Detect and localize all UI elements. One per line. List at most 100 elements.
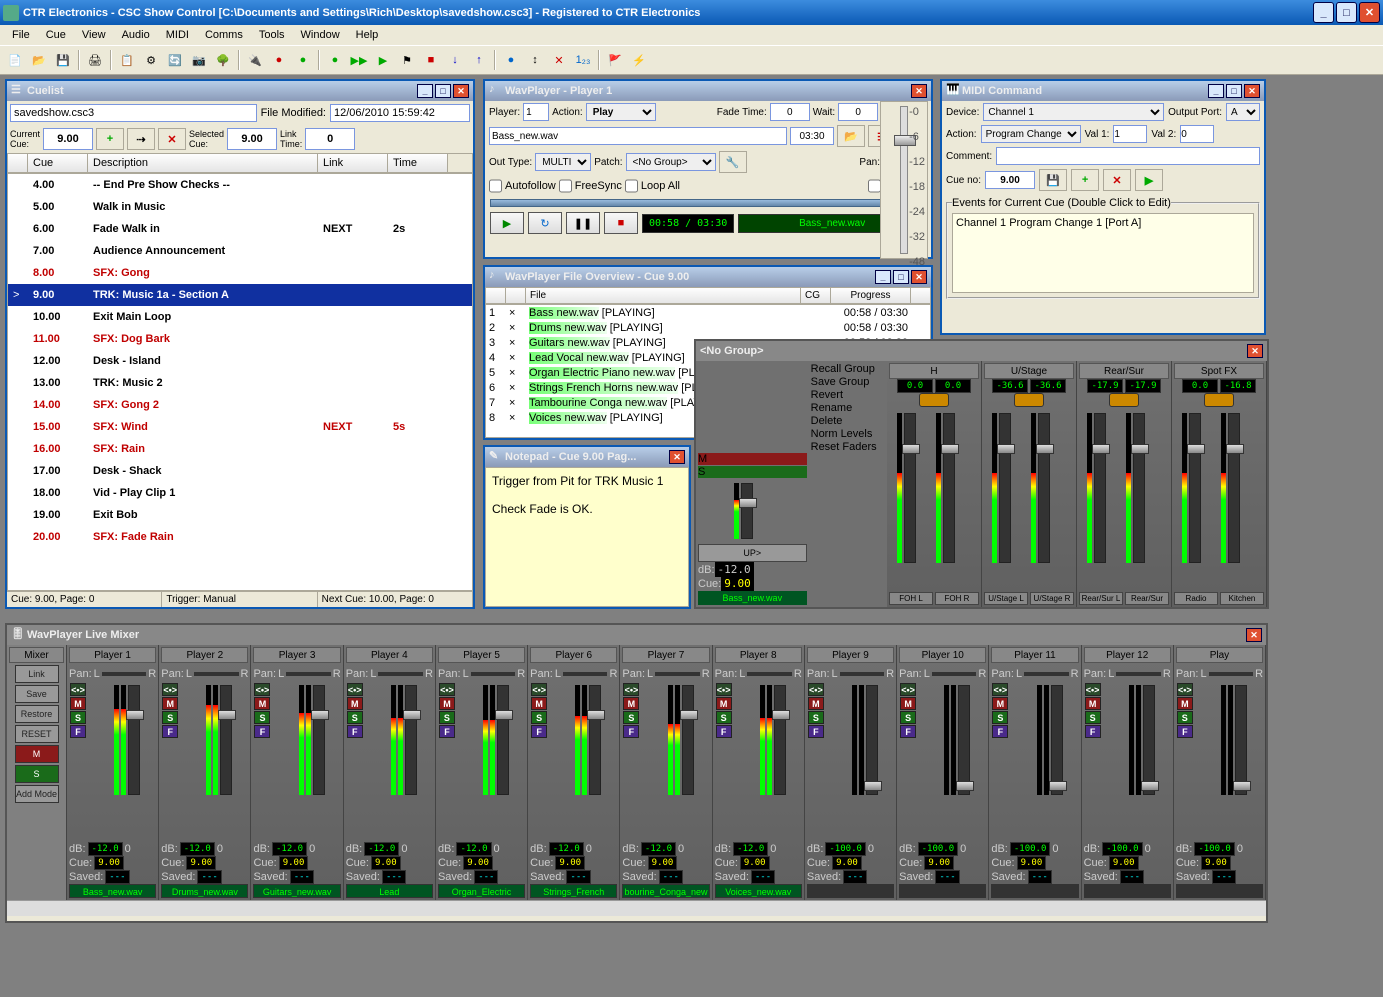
fader-knob[interactable] (1049, 781, 1067, 791)
outmixer-revert-button[interactable]: Revert (811, 389, 885, 401)
enable-button[interactable]: <•> (439, 683, 455, 696)
outmixer-rename-button[interactable]: Rename (811, 402, 885, 414)
midi-titlebar[interactable]: 🎹 MIDI Command _ □ ✕ (942, 81, 1264, 101)
fader-knob[interactable] (1036, 444, 1054, 454)
cue-row[interactable]: 13.00TRK: Music 2 (8, 372, 472, 394)
mute-button[interactable]: M (1085, 697, 1101, 710)
cuelist-min-button[interactable]: _ (417, 84, 433, 98)
livemixer-link-button[interactable]: Link (15, 665, 59, 683)
col-cue[interactable]: Cue (28, 154, 88, 172)
cuelist-titlebar[interactable]: ☰ Cuelist _ □ ✕ (7, 81, 473, 101)
fader-knob[interactable] (772, 710, 790, 720)
play-all-icon[interactable]: ▶▶ (348, 49, 370, 71)
enable-button[interactable]: <•> (162, 683, 178, 696)
midi-action-select[interactable]: Program Change (981, 125, 1081, 143)
fader-knob[interactable] (902, 444, 920, 454)
prev-icon[interactable]: ↓ (444, 49, 466, 71)
cue-row[interactable]: 11.00SFX: Dog Bark (8, 328, 472, 350)
cuelist-body[interactable]: 4.00-- End Pre Show Checks --5.00Walk in… (7, 173, 473, 591)
loop-button[interactable]: ↻ (528, 212, 562, 234)
action-select[interactable]: Play (586, 103, 656, 121)
fov-row[interactable]: 2×Drums new.wav [PLAYING]00:58 / 03:30 (486, 320, 930, 335)
menu-cue[interactable]: Cue (38, 27, 74, 43)
menu-tools[interactable]: Tools (251, 27, 293, 43)
add-cue-button[interactable]: + (96, 128, 124, 150)
cue-row[interactable]: 15.00SFX: WindNEXT5s (8, 416, 472, 438)
cue-row[interactable]: 16.00 SFX: Rain (8, 438, 472, 460)
livemixer-s-button[interactable]: S (15, 765, 59, 783)
solo-button[interactable]: S (162, 711, 178, 724)
save-icon[interactable]: 💾 (52, 49, 74, 71)
solo-button[interactable]: S (347, 711, 363, 724)
fadetime-input[interactable] (770, 103, 810, 121)
f-button[interactable]: F (900, 725, 916, 738)
fader-knob[interactable] (126, 710, 144, 720)
enable-button[interactable]: <•> (254, 683, 270, 696)
menu-help[interactable]: Help (348, 27, 387, 43)
col-link[interactable]: Link (318, 154, 388, 172)
solo-button[interactable]: S (992, 711, 1008, 724)
midi-event-item[interactable]: Channel 1 Program Change 1 [Port A] (956, 217, 1250, 229)
current-cue-input[interactable] (43, 128, 93, 150)
insert-cue-button[interactable]: ⇢ (127, 128, 155, 150)
solo-button[interactable]: S (70, 711, 86, 724)
pan-slider[interactable] (471, 672, 516, 676)
wavplayer-close-button[interactable]: ✕ (911, 84, 927, 98)
pan-slider[interactable] (747, 672, 792, 676)
pan-slider[interactable] (286, 672, 331, 676)
play-button[interactable]: ▶ (490, 212, 524, 234)
midi-del-button[interactable]: ✕ (1103, 169, 1131, 191)
menu-midi[interactable]: MIDI (158, 27, 197, 43)
group-mute-button[interactable]: M (698, 453, 807, 465)
fov-min-button[interactable]: _ (875, 270, 891, 284)
f-button[interactable]: F (531, 725, 547, 738)
sort-icon[interactable]: ↕ (524, 49, 546, 71)
minimize-button[interactable]: _ (1313, 2, 1334, 23)
pan-slider[interactable] (1209, 672, 1254, 676)
new-icon[interactable]: 📄 (4, 49, 26, 71)
cue-row[interactable]: 17.00Desk - Shack (8, 460, 472, 482)
circle2-icon[interactable]: ● (292, 49, 314, 71)
cue-row[interactable]: 6.00Fade Walk inNEXT2s (8, 218, 472, 240)
cuelist-filename-input[interactable] (10, 104, 257, 122)
f-button[interactable]: F (623, 725, 639, 738)
midi-add-button[interactable]: + (1071, 169, 1099, 191)
midi-val1-input[interactable] (1113, 125, 1147, 143)
fader-knob[interactable] (1092, 444, 1110, 454)
wavplayer-titlebar[interactable]: ♪ WavPlayer - Player 1 ✕ (485, 81, 931, 101)
fov-col-cg[interactable]: CG (801, 288, 831, 303)
mute-button[interactable]: M (992, 697, 1008, 710)
pan-slider[interactable] (932, 672, 977, 676)
enable-button[interactable]: <•> (347, 683, 363, 696)
mute-button[interactable]: M (716, 697, 732, 710)
midi-port-select[interactable]: A (1226, 103, 1260, 121)
loopall-checkbox[interactable]: Loop All (625, 177, 680, 195)
f-button[interactable]: F (716, 725, 732, 738)
pause-button[interactable]: ❚❚ (566, 212, 600, 234)
mute-button[interactable]: M (162, 697, 178, 710)
mute-button[interactable]: M (347, 697, 363, 710)
cue-row[interactable]: 4.00-- End Pre Show Checks -- (8, 174, 472, 196)
col-description[interactable]: Description (88, 154, 318, 172)
freesync-checkbox[interactable]: FreeSync (559, 177, 622, 195)
selected-cue-input[interactable] (227, 128, 277, 150)
flag2-icon[interactable]: 🚩 (604, 49, 626, 71)
menu-window[interactable]: Window (293, 27, 348, 43)
autofollow-checkbox[interactable]: Autofollow (489, 177, 556, 195)
group-fader-knob[interactable] (739, 498, 757, 508)
midi-max-button[interactable]: □ (1226, 84, 1242, 98)
eq-icon[interactable] (919, 393, 949, 407)
blue-circle-icon[interactable]: ● (500, 49, 522, 71)
notepad-titlebar[interactable]: ✎ Notepad - Cue 9.00 Pag... ✕ (485, 447, 689, 467)
cue-row[interactable]: 14.00SFX: Gong 2 (8, 394, 472, 416)
next-icon[interactable]: ↑ (468, 49, 490, 71)
pan-slider[interactable] (840, 672, 885, 676)
cue-row[interactable]: 20.00SFX: Fade Rain (8, 526, 472, 548)
fader-knob[interactable] (1141, 781, 1159, 791)
fader-knob[interactable] (1226, 444, 1244, 454)
midi-close-button[interactable]: ✕ (1244, 84, 1260, 98)
eq-icon[interactable] (1014, 393, 1044, 407)
play-icon[interactable]: ▶ (372, 49, 394, 71)
f-button[interactable]: F (347, 725, 363, 738)
mute-button[interactable]: M (1177, 697, 1193, 710)
